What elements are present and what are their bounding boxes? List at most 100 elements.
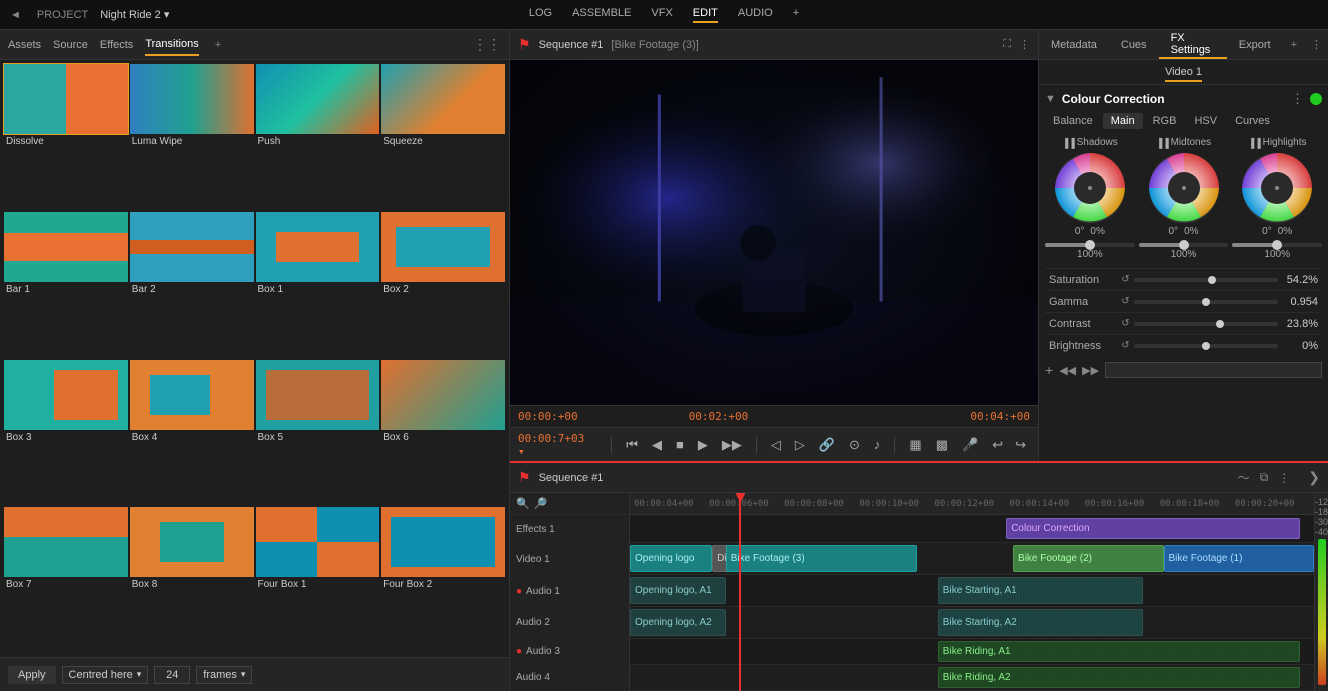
mic-icon[interactable]: 🎤 — [958, 435, 982, 455]
transition-squeeze[interactable]: Squeeze — [381, 64, 505, 210]
cc-subtab-hsv[interactable]: HSV — [1186, 113, 1225, 129]
duration-input[interactable] — [154, 666, 190, 684]
cc-options-icon[interactable]: ⋮ — [1291, 91, 1304, 107]
bike-footage-3-clip[interactable]: Bike Footage (3) — [726, 545, 918, 572]
prev-frame-button[interactable]: ◀ — [648, 435, 666, 455]
highlights-slider-track[interactable] — [1232, 243, 1322, 247]
opening-logo-a2-clip[interactable]: Opening logo, A2 — [630, 609, 726, 636]
brightness-thumb[interactable] — [1202, 342, 1210, 350]
match-frame-button[interactable]: ⊙ — [845, 435, 864, 455]
nav-audio[interactable]: AUDIO — [738, 7, 773, 23]
contrast-reset-icon[interactable]: ↺ — [1121, 318, 1129, 329]
bike-starting-a2-clip[interactable]: Bike Starting, A2 — [938, 609, 1143, 636]
opening-logo-clip[interactable]: Opening logo — [630, 545, 712, 572]
gamma-reset-icon[interactable]: ↺ — [1121, 296, 1129, 307]
video1-tab[interactable]: Video 1 — [1165, 66, 1202, 82]
stop-button[interactable]: ■ — [672, 435, 688, 454]
shadows-slider-track[interactable] — [1045, 243, 1135, 247]
play-button[interactable]: ▶ — [694, 435, 712, 455]
cc-add-icon[interactable]: + — [1045, 362, 1053, 378]
transition-push[interactable]: Push — [256, 64, 380, 210]
zoom-in-icon[interactable]: 🔎 — [534, 497, 548, 510]
timeline-copy-button[interactable]: ⧉ — [1258, 467, 1271, 488]
next-frame-button[interactable]: ▶▶ — [718, 435, 746, 455]
midtones-color-wheel[interactable] — [1148, 152, 1220, 224]
transition-box6[interactable]: Box 6 — [381, 360, 505, 506]
redo-button[interactable]: ↪ — [1011, 435, 1030, 455]
bike-riding-a1-clip[interactable]: Bike Riding, A1 — [938, 641, 1301, 662]
mark-out-button[interactable]: ▷ — [791, 435, 809, 455]
layout-icon[interactable]: ▩ — [932, 435, 952, 455]
tab-add[interactable]: + — [215, 39, 221, 51]
tab-export[interactable]: Export — [1227, 30, 1283, 59]
cc-next-icon[interactable]: ▶▶ — [1082, 364, 1099, 377]
brightness-reset-icon[interactable]: ↺ — [1121, 340, 1129, 351]
mark-in-button[interactable]: ◁ — [767, 435, 785, 455]
timeline-options-button[interactable]: ⋮ — [1276, 467, 1292, 488]
opening-logo-a1-clip[interactable]: Opening logo, A1 — [630, 577, 726, 604]
saturation-slider[interactable] — [1134, 278, 1278, 282]
cc-collapse-icon[interactable]: ▼ — [1045, 93, 1056, 105]
tab-assets[interactable]: Assets — [8, 35, 41, 55]
link-button[interactable]: 🔗 — [815, 435, 839, 455]
collapse-icon[interactable]: ❯ — [1308, 469, 1320, 486]
undo-button[interactable]: ↩ — [988, 435, 1007, 455]
gamma-slider[interactable] — [1134, 300, 1278, 304]
current-timecode[interactable]: 00:00:7+03 ▾ — [518, 432, 597, 458]
contrast-thumb[interactable] — [1216, 320, 1224, 328]
transition-bar2[interactable]: Bar 2 — [130, 212, 254, 358]
transition-dissolve[interactable]: Dissolve — [4, 64, 128, 210]
gamma-thumb[interactable] — [1202, 298, 1210, 306]
cc-subtab-balance[interactable]: Balance — [1045, 113, 1101, 129]
colour-correction-clip[interactable]: Colour Correction — [1006, 518, 1300, 539]
nav-assemble[interactable]: ASSEMBLE — [572, 7, 631, 23]
cc-enabled-toggle[interactable] — [1310, 93, 1322, 105]
transition-bar1[interactable]: Bar 1 — [4, 212, 128, 358]
audio-button[interactable]: ♪ — [870, 435, 885, 454]
audio1-solo-icon[interactable]: ● — [516, 586, 522, 597]
transition-lumawipe[interactable]: Luma Wipe — [130, 64, 254, 210]
transition-box1[interactable]: Box 1 — [256, 212, 380, 358]
nav-edit[interactable]: EDIT — [693, 7, 718, 23]
transition-box5[interactable]: Box 5 — [256, 360, 380, 506]
bike-footage-2-clip[interactable]: Bike Footage (2) — [1013, 545, 1163, 572]
transition-fourbox2[interactable]: Four Box 2 — [381, 507, 505, 653]
transition-fourbox1[interactable]: Four Box 1 — [256, 507, 380, 653]
back-button[interactable]: ◄ — [10, 9, 21, 21]
collapse-button[interactable]: ❯ — [1308, 469, 1320, 486]
brightness-slider[interactable] — [1134, 344, 1278, 348]
preview-options-icon[interactable]: ⋮ — [1019, 38, 1030, 51]
tab-transitions[interactable]: Transitions — [145, 34, 198, 56]
cc-prev-icon[interactable]: ◀◀ — [1059, 364, 1076, 377]
midtones-slider-thumb[interactable] — [1179, 240, 1189, 250]
tab-add-icon[interactable]: + — [1283, 30, 1305, 59]
center-dropdown[interactable]: Centred here ▾ — [62, 666, 149, 684]
nav-vfx[interactable]: VFX — [651, 7, 672, 23]
right-panel-options-icon[interactable]: ⋮ — [1305, 30, 1328, 59]
tab-fx-settings[interactable]: FX Settings — [1159, 30, 1227, 59]
zoom-icon[interactable]: ▦ — [905, 435, 925, 455]
tab-effects[interactable]: Effects — [100, 35, 133, 55]
cc-subtab-main[interactable]: Main — [1103, 113, 1143, 129]
tab-cues[interactable]: Cues — [1109, 30, 1159, 59]
tab-source[interactable]: Source — [53, 35, 88, 55]
transition-box2[interactable]: Box 2 — [381, 212, 505, 358]
goto-start-button[interactable]: ⏮ — [622, 435, 642, 455]
saturation-thumb[interactable] — [1208, 276, 1216, 284]
transition-box7[interactable]: Box 7 — [4, 507, 128, 653]
tab-metadata[interactable]: Metadata — [1039, 30, 1109, 59]
cc-subtab-curves[interactable]: Curves — [1227, 113, 1278, 129]
panel-options-icon[interactable]: ⋮⋮ — [473, 36, 501, 53]
transition-box8[interactable]: Box 8 — [130, 507, 254, 653]
bike-riding-a2-clip[interactable]: Bike Riding, A2 — [938, 667, 1301, 688]
timeline-waveform-button[interactable]: 〜 — [1236, 467, 1252, 488]
shadows-color-wheel[interactable] — [1054, 152, 1126, 224]
nav-add[interactable]: + — [793, 7, 799, 23]
transition-box3[interactable]: Box 3 — [4, 360, 128, 506]
shadows-slider-thumb[interactable] — [1085, 240, 1095, 250]
frames-dropdown[interactable]: frames ▾ — [196, 666, 252, 684]
transition-box4[interactable]: Box 4 — [130, 360, 254, 506]
bike-starting-a1-clip[interactable]: Bike Starting, A1 — [938, 577, 1143, 604]
saturation-reset-icon[interactable]: ↺ — [1121, 274, 1129, 285]
contrast-slider[interactable] — [1134, 322, 1278, 326]
